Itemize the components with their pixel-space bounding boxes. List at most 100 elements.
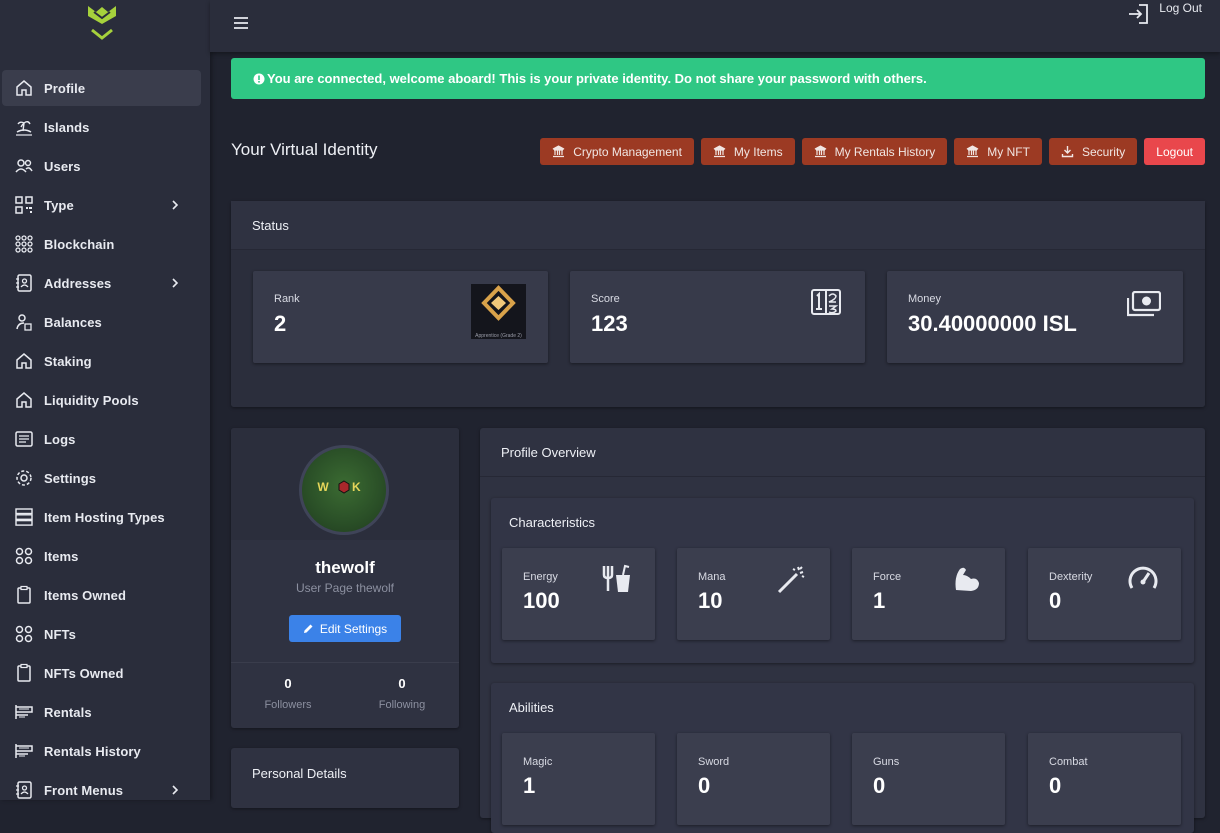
sidebar-item-blockchain[interactable]: Blockchain [2,226,201,262]
address-book-icon [16,781,32,799]
my-nft-button[interactable]: My NFT [954,138,1042,165]
money-stat: Money 30.40000000 ISL [887,271,1183,363]
sidebar-item-label: Addresses [44,275,112,291]
bicep-icon [955,567,979,591]
sidebar-item-profile[interactable]: Profile [2,70,201,106]
magic-stat: Magic 1 [502,733,655,825]
logout-link[interactable]: Log Out [1127,0,1202,26]
sword-stat: Sword 0 [677,733,830,825]
personal-details-title: Personal Details [252,766,347,781]
logo-icon[interactable] [82,2,122,44]
circles-icon [15,625,33,643]
followers-stat[interactable]: 0 Followers [231,676,345,711]
mana-value: 10 [698,588,723,613]
pencil-icon [303,624,313,633]
sidebar-item-type[interactable]: Type [2,187,201,223]
sidebar-item-islands[interactable]: Islands [2,109,201,145]
dexterity-stat: Dexterity 0 [1028,548,1181,640]
abilities-card: Abilities Magic 1 Sword 0 Guns 0 Combat … [491,683,1194,833]
followers-label: Followers [264,699,312,711]
button-label: My Items [733,144,783,159]
sidebar-nav: Profile Islands Users Type Blockchain Ad… [0,70,210,811]
magic-wand-icon [777,566,805,594]
force-label: Force [873,571,902,583]
cube-icon [338,480,350,494]
sword-value: 0 [698,773,711,798]
rentals-icon [15,744,33,758]
sidebar-item-liquidity-pools[interactable]: Liquidity Pools [2,382,201,418]
money-bill-icon [1127,291,1161,317]
divider [231,662,459,663]
sidebar-item-settings[interactable]: Settings [2,460,201,496]
utensils-icon [602,564,630,592]
island-icon [16,121,32,136]
sidebar-item-rentals[interactable]: Rentals [2,694,201,730]
status-body: Rank 2 Apprentice (Grade 2) Score 123 Mo… [231,250,1205,407]
followers-count: 0 [284,676,292,691]
logout-button[interactable]: Logout [1144,138,1205,165]
sidebar-item-label: Liquidity Pools [44,392,139,408]
sidebar: Profile Islands Users Type Blockchain Ad… [0,0,210,800]
chevron-right-icon [172,278,179,288]
clipboard-icon [17,585,31,604]
abilities-title: Abilities [509,700,554,715]
status-title: Status [231,201,1205,250]
sidebar-item-rentals-history[interactable]: Rentals History [2,733,201,769]
avatar[interactable]: W K [299,445,389,535]
edit-settings-label: Edit Settings [319,621,388,636]
sidebar-item-label: Rentals History [44,743,141,759]
logout-label: Log Out [1159,1,1202,15]
numbers-icon [811,289,841,315]
sidebar-item-label: Items [44,548,79,564]
status-card: Status Rank 2 Apprentice (Grade 2) Score… [231,201,1205,407]
sidebar-item-label: Item Hosting Types [44,509,165,525]
my-items-button[interactable]: My Items [700,138,795,165]
sidebar-item-items[interactable]: Items [2,538,201,574]
bank-icon [966,145,979,158]
rank-stat: Rank 2 Apprentice (Grade 2) [253,271,548,363]
chevron-right-icon [172,785,179,795]
sidebar-item-label: Settings [44,470,97,486]
sidebar-item-label: Type [44,197,74,213]
my-rentals-history-button[interactable]: My Rentals History [801,138,948,165]
button-label: Logout [1156,144,1193,159]
energy-label: Energy [523,571,558,583]
rank-value: 2 [274,311,287,336]
guns-label: Guns [873,756,900,768]
score-stat: Score 123 [570,271,865,363]
crypto-management-button[interactable]: Crypto Management [540,138,694,165]
edit-settings-button[interactable]: Edit Settings [289,615,401,642]
username: thewolf [315,558,375,577]
dexterity-label: Dexterity [1049,571,1093,583]
sidebar-item-label: Logs [44,431,76,447]
money-label: Money [908,293,942,305]
sidebar-item-label: Staking [44,353,92,369]
magic-value: 1 [523,773,536,798]
sidebar-item-balances[interactable]: Balances [2,304,201,340]
following-stat[interactable]: 0 Following [345,676,459,711]
sidebar-item-nfts[interactable]: NFTs [2,616,201,652]
combat-label: Combat [1049,756,1088,768]
sidebar-item-logs[interactable]: Logs [2,421,201,457]
guns-stat: Guns 0 [852,733,1005,825]
gear-icon [16,470,32,486]
bank-icon [552,145,565,158]
energy-stat: Energy 100 [502,548,655,640]
sidebar-item-addresses[interactable]: Addresses [2,265,201,301]
force-value: 1 [873,588,886,613]
force-stat: Force 1 [852,548,1005,640]
money-value: 30.40000000 ISL [908,311,1077,336]
sidebar-item-nfts-owned[interactable]: NFTs Owned [2,655,201,691]
rank-diamond-icon [481,285,516,321]
security-button[interactable]: Security [1048,138,1138,165]
sidebar-item-item-hosting-types[interactable]: Item Hosting Types [2,499,201,535]
sidebar-item-staking[interactable]: Staking [2,343,201,379]
sidebar-item-items-owned[interactable]: Items Owned [2,577,201,613]
rank-label: Rank [274,293,300,305]
hamburger-menu-icon[interactable] [232,14,250,32]
sidebar-item-front-menus[interactable]: Front Menus [2,772,201,808]
profile-overview-card: Profile Overview Characteristics Energy … [480,428,1205,833]
energy-value: 100 [523,588,560,613]
sidebar-item-users[interactable]: Users [2,148,201,184]
sidebar-item-label: Profile [44,80,86,96]
